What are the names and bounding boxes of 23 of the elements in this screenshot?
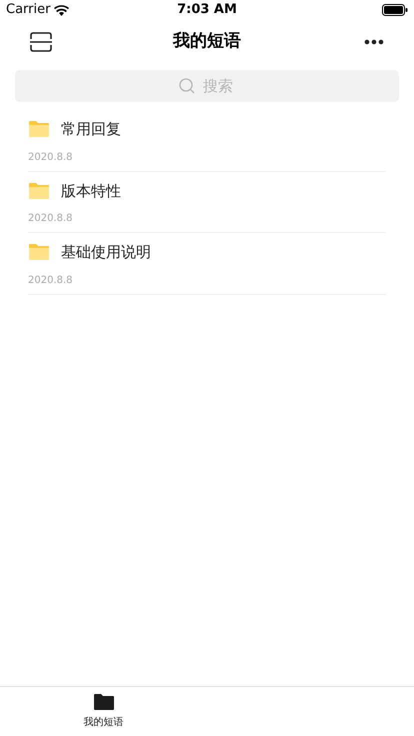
folder-title: 版本特性	[61, 180, 121, 202]
folder-row[interactable]: 常用回复 2020.8.8	[28, 110, 386, 172]
tab-button[interactable]: 我的短语	[0, 687, 207, 736]
search-icon	[179, 78, 195, 94]
folder-icon	[92, 693, 114, 711]
page-title: 我的短语	[173, 30, 241, 54]
folder-icon	[28, 182, 50, 200]
folder-date: 2020.8.8	[28, 274, 73, 288]
clock-time: 7:03 AM	[177, 1, 237, 20]
more-icon[interactable]	[364, 39, 384, 45]
folder-title: 常用回复	[61, 119, 121, 140]
folder-row[interactable]: 版本特性 2020.8.8	[28, 172, 386, 233]
folder-title: 基础使用说明	[61, 242, 151, 263]
scan-icon[interactable]	[30, 32, 52, 52]
folder-icon	[28, 243, 50, 262]
search-field[interactable]: 搜索	[15, 70, 399, 102]
wifi-icon	[54, 4, 70, 16]
folder-row[interactable]: 基础使用说明 2020.8.8	[28, 233, 386, 294]
folder-date: 2020.8.8	[28, 212, 73, 226]
battery-icon	[382, 4, 408, 16]
folder-date: 2020.8.8	[28, 150, 73, 164]
carrier-label: Carrier	[6, 1, 50, 20]
folder-icon	[28, 120, 50, 138]
